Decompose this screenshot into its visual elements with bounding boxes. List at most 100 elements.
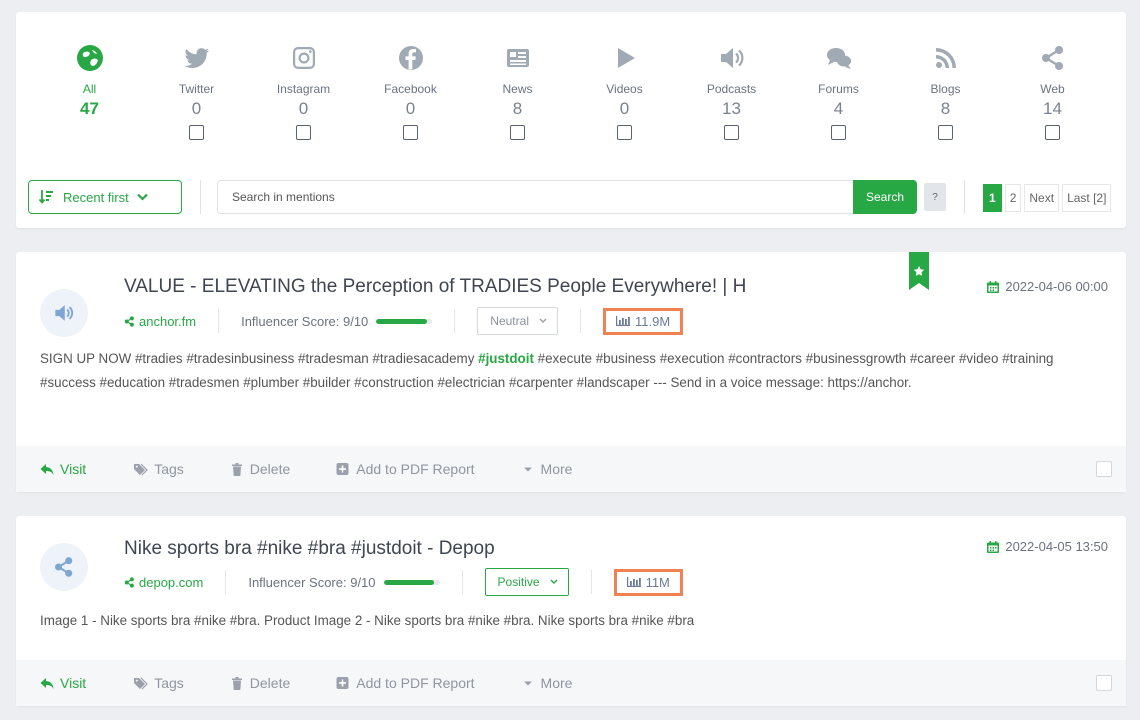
bookmark-star-icon[interactable] bbox=[909, 252, 929, 290]
influencer-score-bar bbox=[376, 318, 433, 324]
source-label: Podcasts bbox=[706, 82, 757, 96]
search-input[interactable] bbox=[217, 180, 853, 214]
source-tab-videos[interactable]: Videos 0 bbox=[571, 38, 678, 140]
source-tab-web[interactable]: Web 14 bbox=[999, 38, 1106, 140]
source-tab-instagram[interactable]: Instagram 0 bbox=[250, 38, 357, 140]
sentiment-dropdown[interactable]: Positive bbox=[484, 568, 569, 596]
mention-text: SIGN UP NOW #tradies #tradesinbusiness #… bbox=[40, 347, 1106, 395]
tags-icon bbox=[134, 463, 149, 475]
source-tab-blogs[interactable]: Blogs 8 bbox=[892, 38, 999, 140]
mention-domain-link[interactable]: anchor.fm bbox=[124, 314, 196, 329]
bar-chart-icon bbox=[615, 316, 630, 326]
trash-icon bbox=[231, 462, 242, 476]
speaker-icon bbox=[718, 38, 746, 72]
more-button[interactable]: More bbox=[521, 675, 572, 691]
all-sources-icon bbox=[76, 38, 104, 72]
meta-divider bbox=[225, 570, 227, 594]
sentiment-label: Positive bbox=[497, 575, 540, 589]
share-icon bbox=[54, 557, 73, 577]
source-checkbox-blogs[interactable] bbox=[938, 125, 953, 140]
mention-meta: depop.com Influencer Score: 9/10 Positiv… bbox=[124, 568, 683, 596]
search-button[interactable]: Search bbox=[853, 180, 917, 214]
tags-button[interactable]: Tags bbox=[134, 461, 184, 477]
share-icon bbox=[1039, 38, 1067, 72]
mention-source-avatar bbox=[40, 289, 88, 337]
source-checkbox-podcasts[interactable] bbox=[724, 125, 739, 140]
source-checkbox-twitter[interactable] bbox=[189, 125, 204, 140]
mention-domain-link[interactable]: depop.com bbox=[124, 575, 203, 590]
page-2-button[interactable]: 2 bbox=[1004, 184, 1022, 212]
source-count: 4 bbox=[833, 99, 844, 118]
source-label: Facebook bbox=[384, 82, 437, 96]
source-checkbox-videos[interactable] bbox=[617, 125, 632, 140]
toolbar-divider bbox=[200, 180, 201, 214]
source-tabs: All 47 Twitter 0 Instagram 0 Facebook 0 bbox=[36, 38, 1106, 140]
sentiment-dropdown[interactable]: Neutral bbox=[477, 307, 558, 335]
source-tab-news[interactable]: News 8 bbox=[464, 38, 571, 140]
source-filter-panel: All 47 Twitter 0 Instagram 0 Facebook 0 bbox=[16, 12, 1126, 228]
source-checkbox-forums[interactable] bbox=[831, 125, 846, 140]
mention-actions: Visit Tags Delete Add to PDF Report More bbox=[16, 446, 1126, 492]
source-count: 47 bbox=[80, 99, 99, 118]
source-count: 0 bbox=[191, 99, 202, 118]
influencer-score: Influencer Score: 9/10 bbox=[248, 574, 440, 590]
page-1-button[interactable]: 1 bbox=[983, 184, 1002, 212]
delete-button[interactable]: Delete bbox=[230, 675, 290, 691]
source-tab-all[interactable]: All 47 bbox=[36, 38, 143, 140]
share-icon bbox=[124, 576, 134, 588]
mention-domain-text: depop.com bbox=[139, 574, 204, 590]
delete-label: Delete bbox=[249, 675, 291, 691]
source-tab-forums[interactable]: Forums 4 bbox=[785, 38, 892, 140]
meta-divider bbox=[454, 309, 456, 333]
source-tab-facebook[interactable]: Facebook 0 bbox=[357, 38, 464, 140]
source-label: Blogs bbox=[930, 82, 961, 96]
mention-date: 2022-04-06 00:00 bbox=[987, 279, 1108, 294]
influencer-score: Influencer Score: 9/10 bbox=[241, 314, 433, 329]
select-mention-checkbox[interactable] bbox=[1096, 461, 1112, 477]
last-page-button[interactable]: Last [2] bbox=[1062, 184, 1112, 212]
source-count: 8 bbox=[940, 99, 951, 118]
caret-down-icon bbox=[523, 467, 532, 471]
select-mention-checkbox[interactable] bbox=[1096, 675, 1112, 691]
meta-divider bbox=[590, 570, 592, 594]
visit-button[interactable]: Visit bbox=[40, 675, 86, 691]
twitter-icon bbox=[183, 38, 211, 72]
mention-text-highlight: #justdoit bbox=[478, 351, 534, 366]
mention-text-part: Image 1 - Nike sports bra #nike #bra. Pr… bbox=[40, 613, 695, 628]
source-count: 0 bbox=[298, 99, 309, 118]
visit-button[interactable]: Visit bbox=[40, 461, 86, 477]
add-to-pdf-button[interactable]: Add to PDF Report bbox=[336, 461, 475, 477]
source-checkbox-facebook[interactable] bbox=[403, 125, 418, 140]
share-icon bbox=[124, 315, 134, 327]
source-label: Twitter bbox=[178, 82, 215, 96]
more-button[interactable]: More bbox=[521, 461, 573, 477]
tags-button[interactable]: Tags bbox=[134, 675, 184, 691]
visit-label: Visit bbox=[60, 461, 87, 477]
source-label: News bbox=[502, 82, 533, 96]
sort-dropdown[interactable]: Recent first bbox=[28, 180, 182, 214]
pagination: 1 2 Next Last [2] bbox=[983, 184, 1112, 212]
mention-title[interactable]: VALUE - ELEVATING the Perception of TRAD… bbox=[124, 276, 746, 298]
add-to-pdf-button[interactable]: Add to PDF Report bbox=[336, 675, 475, 691]
source-tab-twitter[interactable]: Twitter 0 bbox=[143, 38, 250, 140]
more-label: More bbox=[540, 461, 573, 477]
source-count: 0 bbox=[405, 99, 416, 118]
sort-label: Recent first bbox=[63, 189, 129, 205]
facebook-icon bbox=[397, 38, 425, 72]
plus-square-icon bbox=[336, 676, 349, 689]
sort-icon bbox=[39, 190, 53, 204]
mention-card: Nike sports bra #nike #bra #justdoit - D… bbox=[16, 516, 1126, 706]
next-page-button[interactable]: Next bbox=[1024, 184, 1060, 212]
mention-title[interactable]: Nike sports bra #nike #bra #justdoit - D… bbox=[124, 538, 495, 560]
source-tab-podcasts[interactable]: Podcasts 13 bbox=[678, 38, 785, 140]
delete-button[interactable]: Delete bbox=[230, 461, 290, 477]
source-checkbox-instagram[interactable] bbox=[296, 125, 311, 140]
rss-icon bbox=[932, 38, 960, 72]
plus-square-icon bbox=[336, 462, 349, 475]
source-checkbox-news[interactable] bbox=[510, 125, 525, 140]
search-help-button[interactable]: ? bbox=[924, 183, 946, 211]
source-checkbox-web[interactable] bbox=[1045, 125, 1060, 140]
influencer-score-label: Influencer Score: 9/10 bbox=[248, 574, 376, 590]
mention-date: 2022-04-05 13:50 bbox=[987, 539, 1108, 554]
chevron-down-icon bbox=[136, 193, 148, 201]
